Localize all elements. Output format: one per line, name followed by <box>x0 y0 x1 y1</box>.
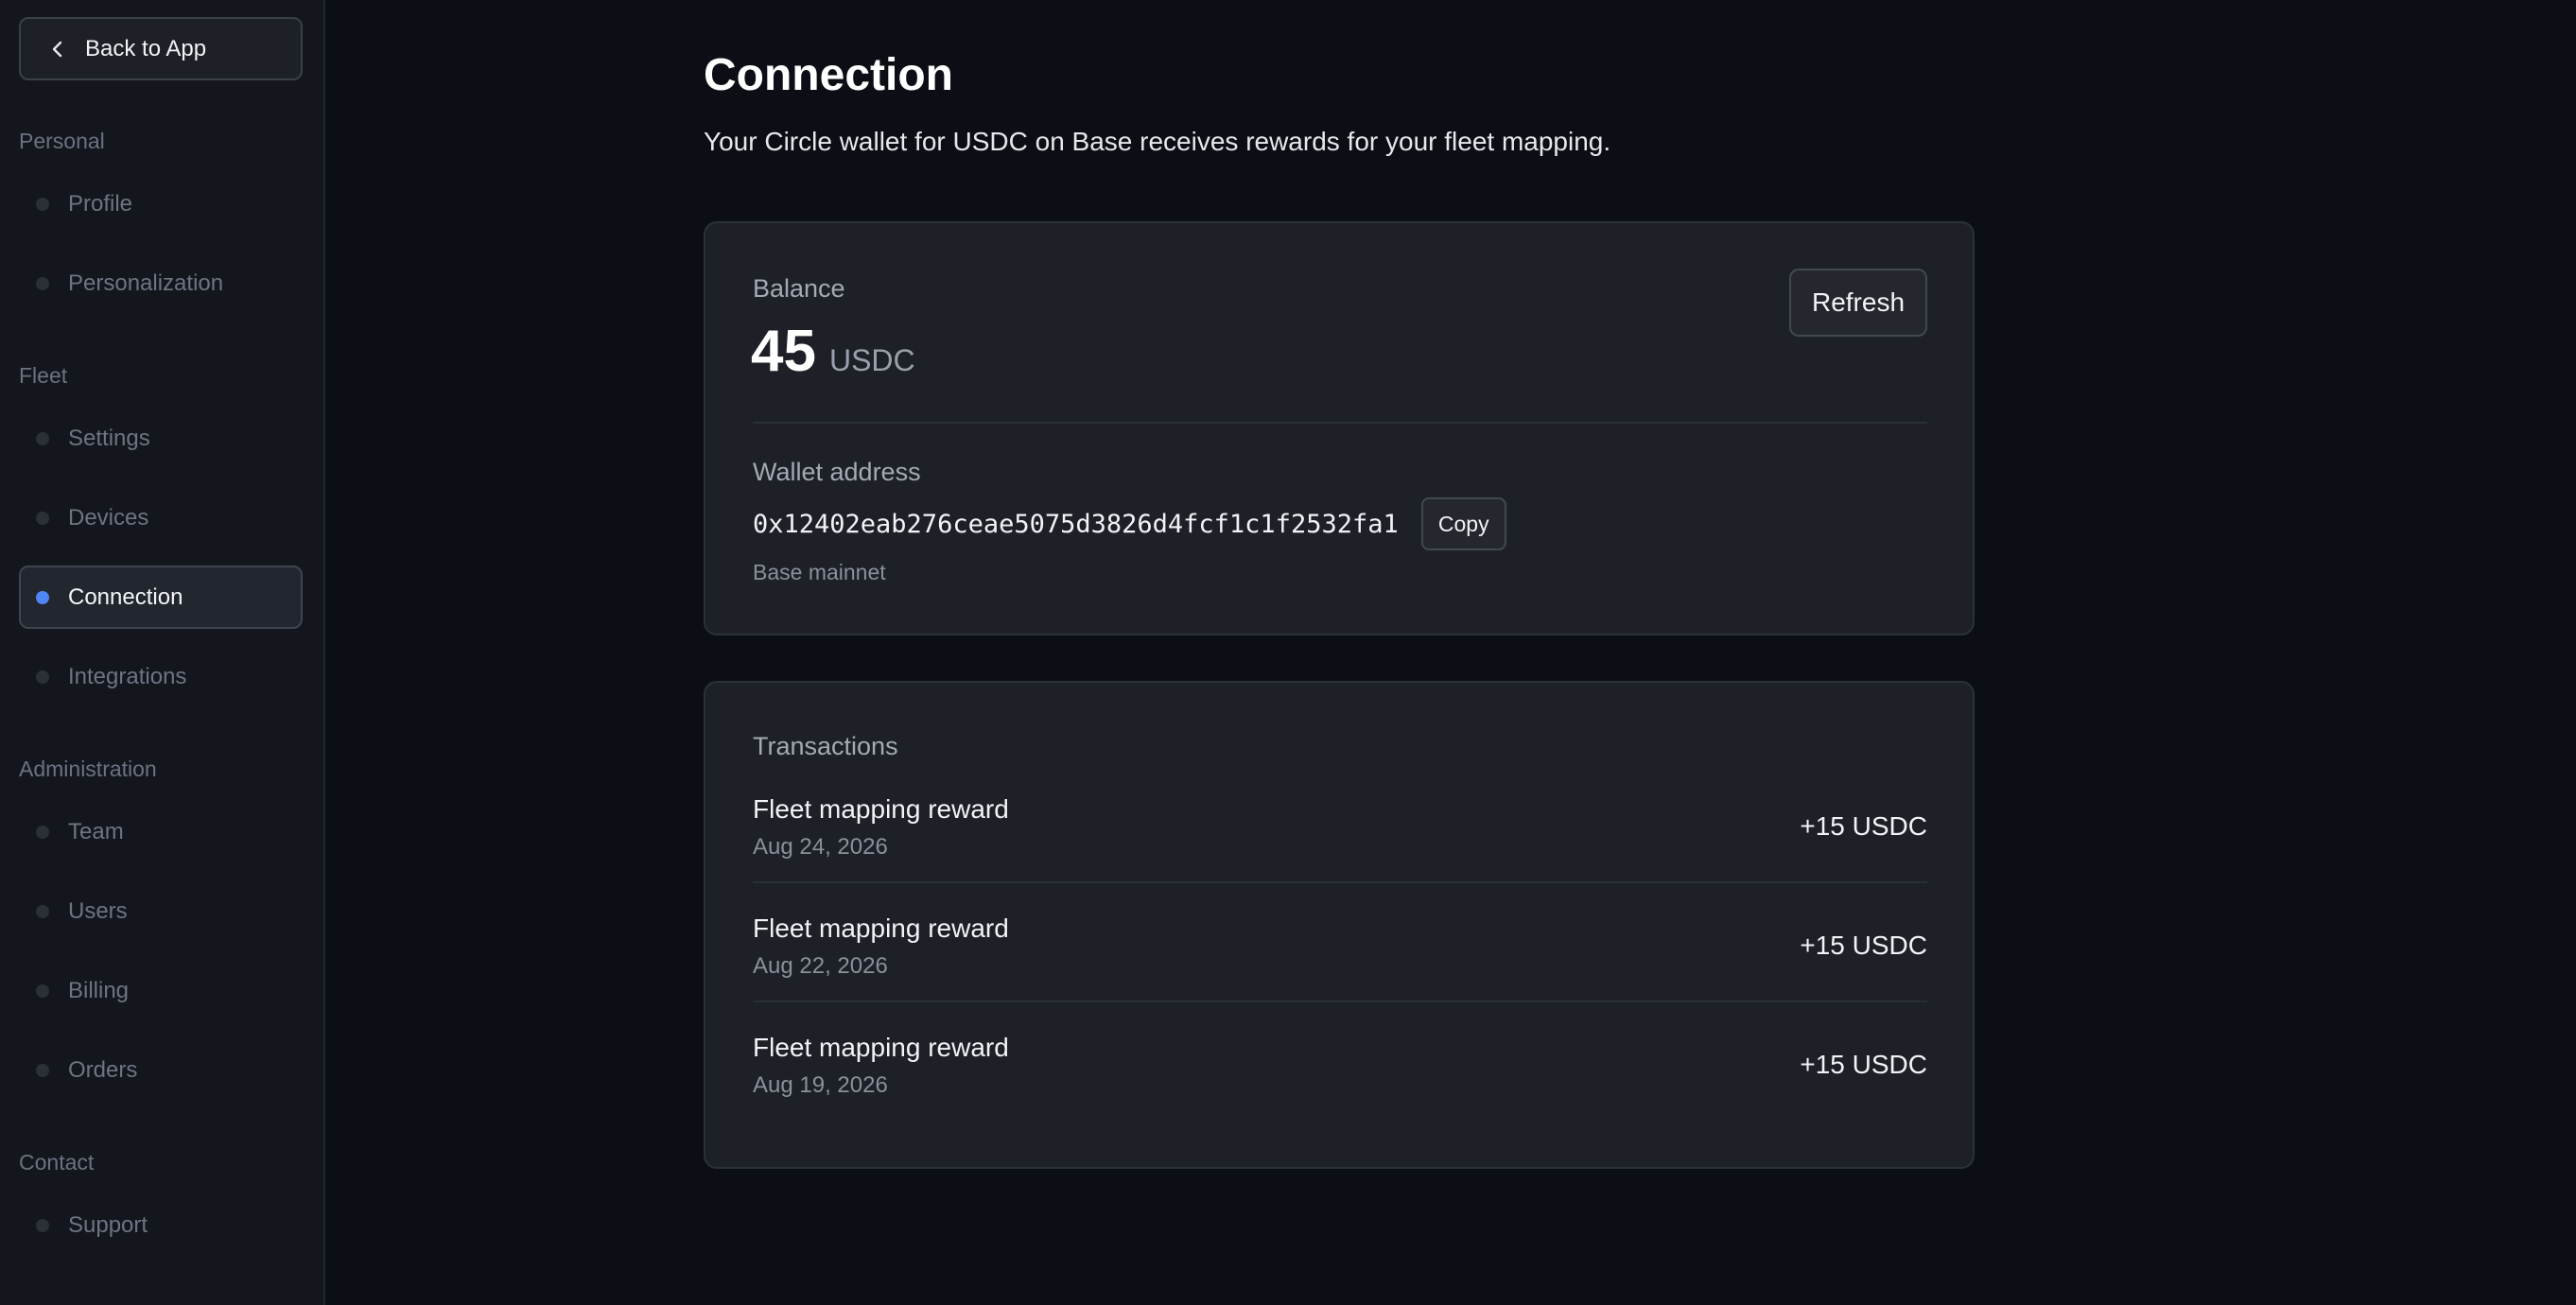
card-divider <box>753 422 1927 424</box>
transaction-description: Fleet mapping reward <box>753 914 1009 943</box>
balance-label: Balance <box>753 274 845 303</box>
balance-card: Balance 45 USDC Refresh Wallet address 0… <box>704 221 1975 635</box>
transaction-amount: +15 USDC <box>1800 811 1927 841</box>
section-label-fleet: Fleet <box>19 363 68 388</box>
sidebar-item-label: Settings <box>68 425 150 451</box>
balance-amount: 45 USDC <box>751 318 915 385</box>
wallet-address-value: 0x12402eab276ceae5075d3826d4fcf1c1f2532f… <box>753 509 1399 539</box>
sidebar-item-users[interactable]: Users <box>19 879 303 943</box>
sidebar: Back to App Personal Profile Personaliza… <box>0 0 325 1305</box>
balance-value: 45 <box>751 319 816 384</box>
sidebar-item-label: Orders <box>68 1056 138 1083</box>
transaction-description: Fleet mapping reward <box>753 1033 1009 1062</box>
sidebar-item-orders[interactable]: Orders <box>19 1038 303 1102</box>
dot-icon <box>36 1063 49 1077</box>
page-title: Connection <box>704 50 953 100</box>
sidebar-item-team[interactable]: Team <box>19 800 303 863</box>
sidebar-item-connection[interactable]: Connection <box>19 566 303 629</box>
dot-icon <box>36 904 49 918</box>
back-to-app-label: Back to App <box>85 35 207 61</box>
network-label: Base mainnet <box>753 560 886 584</box>
transactions-title: Transactions <box>753 732 898 760</box>
dot-icon <box>36 670 49 684</box>
wallet-address-row: 0x12402eab276ceae5075d3826d4fcf1c1f2532f… <box>753 497 1506 550</box>
section-label-contact: Contact <box>19 1150 95 1174</box>
dot-icon <box>36 983 49 998</box>
sidebar-item-label: Billing <box>68 977 130 1003</box>
sidebar-item-label: Personalization <box>68 270 224 296</box>
sidebar-item-settings[interactable]: Settings <box>19 407 303 470</box>
sidebar-item-billing[interactable]: Billing <box>19 959 303 1022</box>
dot-icon <box>36 197 49 211</box>
copy-address-button[interactable]: Copy <box>1420 497 1506 550</box>
transaction-description: Fleet mapping reward <box>753 794 1009 824</box>
dot-icon <box>36 825 49 839</box>
balance-unit: USDC <box>828 343 915 377</box>
sidebar-item-support[interactable]: Support <box>19 1193 303 1257</box>
sidebar-item-label: Users <box>68 897 128 924</box>
sidebar-item-label: Connection <box>68 583 183 610</box>
sidebar-item-label: Devices <box>68 504 149 531</box>
sidebar-item-integrations[interactable]: Integrations <box>19 645 303 708</box>
sidebar-item-personalization[interactable]: Personalization <box>19 252 303 315</box>
transaction-date: Aug 22, 2026 <box>753 953 888 979</box>
dot-icon <box>36 276 49 290</box>
row-divider <box>753 1000 1927 1002</box>
transaction-row: Fleet mapping reward Aug 24, 2026 +15 US… <box>753 794 1927 914</box>
sidebar-item-label: Integrations <box>68 663 187 689</box>
wallet-address-label: Wallet address <box>753 458 921 486</box>
dot-icon <box>36 1218 49 1232</box>
transaction-amount: +15 USDC <box>1800 1050 1927 1079</box>
page-subtitle: Your Circle wallet for USDC on Base rece… <box>704 127 1611 156</box>
dot-icon <box>36 511 49 525</box>
section-label-personal: Personal <box>19 129 105 153</box>
row-divider <box>753 881 1927 883</box>
sidebar-item-label: Team <box>68 818 124 844</box>
chevron-left-icon <box>52 41 62 57</box>
dot-icon <box>36 431 49 445</box>
section-label-administration: Administration <box>19 757 157 781</box>
transaction-row: Fleet mapping reward Aug 22, 2026 +15 US… <box>753 914 1927 1033</box>
refresh-button[interactable]: Refresh <box>1789 269 1927 337</box>
transaction-date: Aug 24, 2026 <box>753 834 888 860</box>
sidebar-item-profile[interactable]: Profile <box>19 172 303 235</box>
transaction-amount: +15 USDC <box>1800 931 1927 960</box>
sidebar-item-label: Profile <box>68 190 133 217</box>
sidebar-item-label: Support <box>68 1211 148 1238</box>
back-to-app-button[interactable]: Back to App <box>19 17 303 80</box>
transaction-date: Aug 19, 2026 <box>753 1072 888 1098</box>
app-root: Back to App Personal Profile Personaliza… <box>0 0 2576 1305</box>
dot-icon <box>36 590 49 604</box>
transaction-row: Fleet mapping reward Aug 19, 2026 +15 US… <box>753 1033 1927 1152</box>
transactions-card: Transactions Fleet mapping reward Aug 24… <box>704 681 1975 1169</box>
sidebar-item-devices[interactable]: Devices <box>19 486 303 549</box>
